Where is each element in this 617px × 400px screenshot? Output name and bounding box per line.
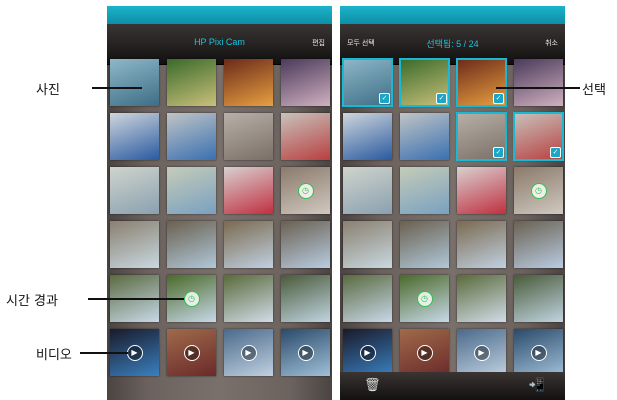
play-icon: ▶ bbox=[297, 344, 314, 361]
photo-thumbnail[interactable]: ✓ bbox=[456, 112, 507, 161]
photo-thumbnail[interactable]: ✓ bbox=[513, 112, 564, 161]
play-icon: ▶ bbox=[530, 344, 547, 361]
checkmark-icon: ✓ bbox=[379, 93, 390, 104]
photo-thumbnail[interactable] bbox=[343, 113, 392, 160]
checkmark-icon: ✓ bbox=[550, 147, 561, 158]
photo-thumbnail[interactable] bbox=[110, 59, 159, 106]
callout-photo: 사진 bbox=[36, 83, 60, 98]
photo-thumbnail[interactable]: ✓ bbox=[399, 58, 450, 107]
video-thumbnail[interactable]: ▶ bbox=[343, 329, 392, 376]
photo-thumbnail[interactable] bbox=[167, 113, 216, 160]
photo-thumbnail[interactable] bbox=[400, 167, 449, 214]
callout-line-timelapse bbox=[88, 298, 184, 300]
photo-thumbnail[interactable] bbox=[343, 221, 392, 268]
clock-icon: ◷ bbox=[416, 290, 433, 307]
photo-thumbnail[interactable] bbox=[224, 167, 273, 214]
photo-thumbnail[interactable] bbox=[514, 221, 563, 268]
photo-thumbnail[interactable] bbox=[224, 275, 273, 322]
play-icon: ▶ bbox=[473, 344, 490, 361]
photo-thumbnail[interactable] bbox=[224, 59, 273, 106]
photo-thumbnail[interactable] bbox=[343, 167, 392, 214]
video-thumbnail[interactable]: ▶ bbox=[281, 329, 330, 376]
checkmark-icon: ✓ bbox=[436, 93, 447, 104]
status-bar bbox=[107, 6, 332, 24]
video-thumbnail[interactable]: ▶ bbox=[400, 329, 449, 376]
clock-icon: ◷ bbox=[183, 290, 200, 307]
photo-thumbnail[interactable] bbox=[457, 221, 506, 268]
timelapse-thumbnail[interactable]: ◷ bbox=[281, 167, 330, 214]
photo-thumbnail[interactable] bbox=[343, 275, 392, 322]
selection-screen: 모두 선택 선택됨: 5 / 24 취소 ✓ ✓ ✓ ✓ ✓ ◷ ◷ ▶ ▶ ▶ ▶ 🗑 📲 bbox=[340, 6, 565, 400]
photo-thumbnail[interactable] bbox=[224, 221, 273, 268]
video-thumbnail[interactable]: ▶ bbox=[167, 329, 216, 376]
play-icon: ▶ bbox=[126, 344, 143, 361]
phone-share-icon[interactable]: 📲 bbox=[529, 378, 545, 393]
photo-thumbnail[interactable] bbox=[400, 113, 449, 160]
photo-thumbnail[interactable] bbox=[400, 221, 449, 268]
play-icon: ▶ bbox=[240, 344, 257, 361]
clock-icon: ◷ bbox=[297, 182, 314, 199]
photo-thumbnail[interactable] bbox=[167, 167, 216, 214]
photo-thumbnail[interactable] bbox=[457, 167, 506, 214]
photo-thumbnail[interactable] bbox=[110, 221, 159, 268]
photo-thumbnail[interactable]: ✓ bbox=[456, 58, 507, 107]
photo-thumbnail[interactable]: ✓ bbox=[342, 58, 393, 107]
video-thumbnail[interactable]: ▶ bbox=[514, 329, 563, 376]
photo-thumbnail[interactable] bbox=[281, 59, 330, 106]
gallery-screen: HP Pixi Cam 편집 ◷ ◷ ▶ ▶ ▶ ▶ bbox=[107, 6, 332, 400]
photo-thumbnail[interactable] bbox=[281, 113, 330, 160]
trash-icon[interactable]: 🗑 bbox=[364, 378, 381, 393]
play-icon: ▶ bbox=[359, 344, 376, 361]
callout-timelapse: 시간 경과 bbox=[6, 294, 58, 309]
action-bar: 🗑 📲 bbox=[340, 372, 565, 400]
photo-thumbnail[interactable] bbox=[167, 59, 216, 106]
edit-button[interactable]: 편집 bbox=[312, 38, 325, 48]
callout-video: 비디오 bbox=[36, 348, 72, 363]
play-icon: ▶ bbox=[183, 344, 200, 361]
play-icon: ▶ bbox=[416, 344, 433, 361]
cancel-button[interactable]: 취소 bbox=[545, 38, 558, 48]
timelapse-thumbnail[interactable]: ◷ bbox=[514, 167, 563, 214]
callout-select: 선택 bbox=[582, 83, 606, 98]
status-bar bbox=[340, 6, 565, 24]
selected-count: 선택됨: 5 / 24 bbox=[426, 39, 479, 49]
photo-thumbnail[interactable] bbox=[167, 221, 216, 268]
photo-thumbnail[interactable] bbox=[457, 275, 506, 322]
photo-thumbnail[interactable] bbox=[110, 113, 159, 160]
photo-thumbnail[interactable] bbox=[281, 221, 330, 268]
photo-thumbnail[interactable] bbox=[514, 59, 563, 106]
clock-icon: ◷ bbox=[530, 182, 547, 199]
timelapse-thumbnail[interactable]: ◷ bbox=[400, 275, 449, 322]
callout-line-photo bbox=[92, 87, 142, 89]
video-thumbnail[interactable]: ▶ bbox=[224, 329, 273, 376]
checkmark-icon: ✓ bbox=[493, 93, 504, 104]
photo-thumbnail[interactable] bbox=[110, 167, 159, 214]
photo-thumbnail[interactable] bbox=[224, 113, 273, 160]
callout-line-select bbox=[496, 87, 580, 89]
checkmark-icon: ✓ bbox=[493, 147, 504, 158]
app-title: HP Pixi Cam bbox=[194, 37, 245, 47]
photo-thumbnail[interactable] bbox=[514, 275, 563, 322]
photo-thumbnail[interactable] bbox=[281, 275, 330, 322]
video-thumbnail[interactable]: ▶ bbox=[457, 329, 506, 376]
callout-line-video bbox=[80, 352, 128, 354]
